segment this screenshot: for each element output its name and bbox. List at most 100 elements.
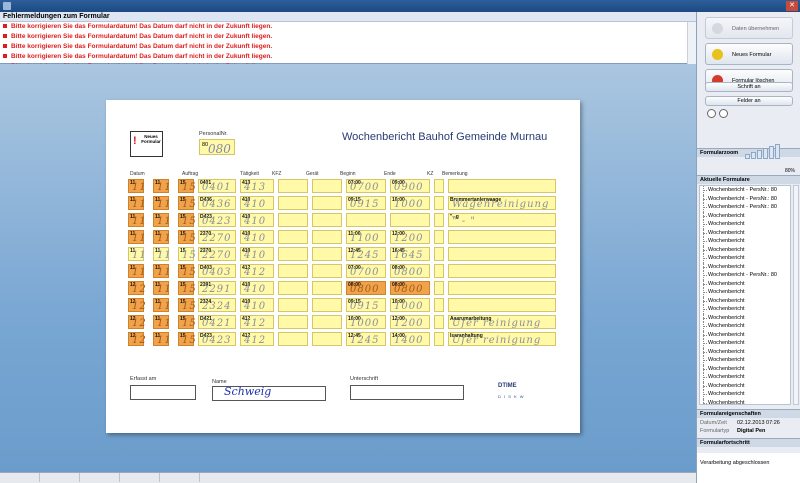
form-field[interactable] <box>448 298 556 312</box>
form-field[interactable]: 413 413 <box>240 179 274 193</box>
erfasst-field[interactable] <box>130 385 196 400</box>
form-field[interactable]: 09:15 0915 <box>346 298 386 312</box>
form-list-item[interactable]: Wochenbericht <box>700 313 790 323</box>
form-field[interactable]: 12 12 <box>128 298 146 312</box>
form-field[interactable]: D423 0423 <box>198 213 236 227</box>
form-field[interactable]: 15 15 <box>178 332 196 346</box>
form-field[interactable] <box>448 230 556 244</box>
form-field[interactable]: 15 15 <box>178 247 196 261</box>
form-field[interactable]: 15 15 <box>178 281 196 295</box>
form-field[interactable]: 11 11 <box>153 315 171 329</box>
form-list-item[interactable]: Wochenbericht <box>700 322 790 331</box>
form-list-item[interactable]: Wochenbericht <box>700 347 790 357</box>
form-list-item[interactable]: Wochenbericht <box>700 262 790 272</box>
form-field[interactable]: 15 15 <box>178 315 196 329</box>
form-field[interactable]: 12 12 <box>128 332 146 346</box>
form-field[interactable] <box>448 179 556 193</box>
form-field[interactable] <box>312 247 342 261</box>
form-field[interactable]: 15 15 <box>178 264 196 278</box>
form-field[interactable]: 410 410 <box>240 230 274 244</box>
form-field[interactable] <box>312 332 342 346</box>
form-field[interactable] <box>278 230 308 244</box>
form-field[interactable]: 11 11 <box>128 196 146 210</box>
horizontal-scrollbar[interactable] <box>0 472 696 483</box>
form-field[interactable]: Isaranhaltung Ufer reinigung <box>448 332 556 346</box>
form-list-item[interactable]: Wochenbericht <box>700 288 790 297</box>
form-field[interactable] <box>278 264 308 278</box>
form-field[interactable]: 09:00 0900 <box>390 179 430 193</box>
personal-number-field[interactable]: 80 080 <box>199 139 235 156</box>
form-field[interactable]: 11:00 1100 <box>346 230 386 244</box>
form-field[interactable]: 412 412 <box>240 315 274 329</box>
form-field[interactable]: 11 11 <box>153 213 171 227</box>
form-list-item[interactable]: Wochenbericht <box>700 237 790 246</box>
form-field[interactable] <box>278 298 308 312</box>
form-field[interactable]: 410 410 <box>240 298 274 312</box>
form-field[interactable]: 15 15 <box>178 298 196 312</box>
form-field[interactable]: 12:00 1200 <box>390 315 430 329</box>
form-field[interactable] <box>434 196 444 210</box>
font-toggle-button[interactable]: Schrift an <box>705 82 793 92</box>
form-field[interactable]: 08:00 0800 <box>390 264 430 278</box>
form-list-item[interactable]: Wochenbericht - PersNr.: 80 <box>700 186 790 195</box>
form-field[interactable]: 2270 2270 <box>198 230 236 244</box>
form-field[interactable]: 11 11 <box>153 298 171 312</box>
form-field[interactable] <box>390 213 430 227</box>
form-field[interactable] <box>448 281 556 295</box>
form-field[interactable] <box>448 264 556 278</box>
form-field[interactable] <box>434 247 444 261</box>
form-field[interactable]: 11 11 <box>128 230 146 244</box>
form-field[interactable]: D436 0436 <box>198 196 236 210</box>
form-list-item[interactable]: Wochenbericht <box>700 398 790 404</box>
form-field[interactable]: 11 11 <box>153 264 171 278</box>
close-window-button[interactable]: ✕ <box>786 1 798 11</box>
form-list-item[interactable]: Wochenbericht <box>700 381 790 391</box>
form-field[interactable]: 11 11 <box>153 196 171 210</box>
form-field[interactable] <box>278 281 308 295</box>
form-field[interactable]: 11 11 <box>128 264 146 278</box>
form-list-item[interactable]: Wochenbericht <box>700 339 790 348</box>
form-field[interactable] <box>312 281 342 295</box>
form-list-item[interactable]: Wochenbericht <box>700 305 790 314</box>
form-field[interactable] <box>312 264 342 278</box>
form-list-item[interactable]: Wochenbericht - PersNr.: 80 <box>700 194 790 204</box>
form-field[interactable]: 07:00 0700 <box>346 264 386 278</box>
form-field[interactable]: 12 12 <box>128 315 146 329</box>
form-field[interactable]: 10:00 1000 <box>390 298 430 312</box>
form-field[interactable] <box>278 196 308 210</box>
form-field[interactable]: 11 11 <box>153 332 171 346</box>
form-field[interactable]: 412 412 <box>240 332 274 346</box>
form-field[interactable]: 2270 2270 <box>198 247 236 261</box>
form-field[interactable] <box>312 213 342 227</box>
form-field[interactable]: 2291 2291 <box>198 281 236 295</box>
form-field[interactable]: Brummertanlerwaage Wagenreinigung <box>448 196 556 210</box>
error-scrollbar[interactable] <box>687 22 696 64</box>
rotate-left-icon[interactable] <box>707 109 716 118</box>
form-list-item[interactable]: Wochenbericht <box>700 364 790 374</box>
form-field[interactable] <box>434 298 444 312</box>
error-message[interactable]: Bitte korrigieren Sie das Formulardatum!… <box>0 42 696 52</box>
form-field[interactable]: 410 410 <box>240 213 274 227</box>
form-field[interactable]: 410 410 <box>240 247 274 261</box>
fields-toggle-button[interactable]: Felder an <box>705 96 793 106</box>
forms-list-scrollbar[interactable] <box>793 185 799 405</box>
form-field[interactable]: 11 11 <box>128 247 146 261</box>
form-field[interactable]: 15 15 <box>178 179 196 193</box>
form-field[interactable] <box>312 196 342 210</box>
form-field[interactable]: D403 0403 <box>198 264 236 278</box>
form-field[interactable] <box>278 247 308 261</box>
signature-field[interactable] <box>350 385 464 400</box>
form-field[interactable]: 12:45 1245 <box>346 332 386 346</box>
form-field[interactable] <box>312 179 342 193</box>
form-field[interactable]: 15 15 <box>178 230 196 244</box>
form-field[interactable]: 12:00 1200 <box>390 230 430 244</box>
rotate-right-icon[interactable] <box>719 109 728 118</box>
form-field[interactable] <box>312 230 342 244</box>
form-list-item[interactable]: Wochenbericht <box>700 220 790 229</box>
form-field[interactable]: 08:00 0800 <box>346 281 386 295</box>
form-field[interactable]: 09:15 0915 <box>346 196 386 210</box>
form-field[interactable]: 08:00 0800 <box>390 281 430 295</box>
apply-data-button[interactable]: Daten übernehmen <box>705 17 793 39</box>
form-field[interactable]: 11 11 <box>153 281 171 295</box>
form-field[interactable]: 12 12 <box>128 281 146 295</box>
